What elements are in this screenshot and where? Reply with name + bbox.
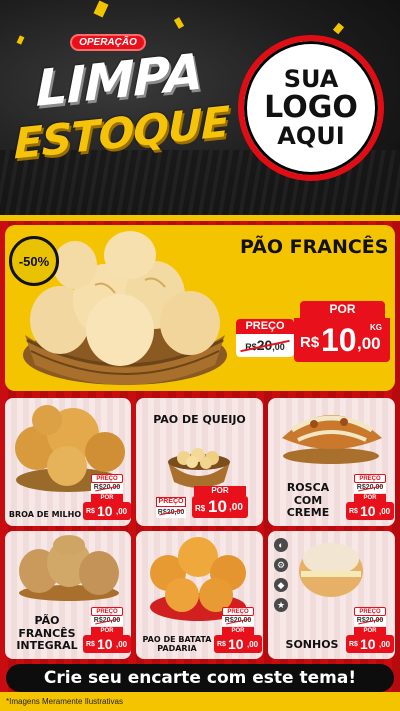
product-card-pao-de-batata[interactable]: PAO DE BATATA PADARIA PREÇO R$20,00 POR …	[136, 531, 263, 659]
create-flyer-button[interactable]: Crie seu encarte com este tema!	[6, 664, 394, 692]
old-price: R$20,00	[222, 616, 254, 626]
price-dec: ,00	[357, 334, 381, 353]
price-int: 10	[97, 636, 113, 652]
footnote: *Imagens Meramente Ilustrativas	[6, 697, 123, 706]
price-value: R$ 10 ,00	[214, 635, 262, 653]
product-name: PAO DE QUEIJO	[153, 413, 246, 426]
product-price: PREÇO R$20,00 POR R$ 10 ,00	[83, 607, 131, 653]
por-label: POR	[354, 494, 386, 502]
price-int: 10	[208, 497, 227, 516]
pao-de-queijo-illustration	[168, 448, 230, 488]
product-price: PREÇO R$20,00 POR R$ 10 ,00	[214, 607, 262, 653]
price-dec: ,00	[116, 640, 128, 649]
sonho-illustration	[299, 543, 363, 597]
price-dec: ,00	[379, 640, 391, 649]
tag-icon[interactable]: ◆	[274, 578, 288, 592]
product-name: BROA DE MILHO	[8, 510, 82, 519]
featured-por-label: POR	[300, 301, 385, 318]
featured-old-price: PREÇO R$20,00	[236, 319, 294, 357]
product-card-pao-de-queijo[interactable]: PAO DE QUEIJO PREÇO R$20,00 POR R$ 10 ,0…	[136, 398, 263, 526]
preco-label: PREÇO	[236, 319, 294, 334]
palette-icon[interactable]: ◐	[274, 538, 288, 552]
price-currency: R$	[300, 334, 320, 351]
integral-bread-illustration	[19, 535, 119, 601]
confetti	[16, 35, 25, 45]
product-name: PAO DE BATATA PADARIA	[142, 635, 212, 654]
price-int: 10	[321, 322, 357, 358]
price-dec: ,00	[379, 507, 391, 516]
header-banner: OPERAÇÃO LIMPA ESTOQUE SUA LOGO AQUI	[0, 0, 400, 215]
product-price: PREÇO R$20,00 POR R$ 10 ,00	[346, 607, 394, 653]
price-int: 10	[228, 636, 244, 652]
product-card-rosca[interactable]: ROSCA COM CREME PREÇO R$20,00 POR R$ 10 …	[268, 398, 395, 526]
discount-badge: -50%	[9, 236, 59, 286]
product-name: ROSCA COM CREME	[286, 481, 330, 520]
price-dec: ,00	[229, 502, 243, 513]
price-value: R$ 10 ,00	[346, 502, 394, 520]
price-dec: ,00	[247, 640, 259, 649]
price-value: R$ 10 ,00	[192, 496, 248, 518]
rosca-illustration	[282, 415, 382, 464]
por-label: POR	[194, 486, 246, 496]
flyer: OPERAÇÃO LIMPA ESTOQUE SUA LOGO AQUI -50…	[0, 0, 400, 711]
por-label: POR	[91, 627, 123, 635]
price-currency: R$	[349, 508, 358, 515]
price-dec: ,00	[116, 507, 128, 516]
confetti	[173, 17, 185, 29]
price-currency: R$	[86, 641, 95, 648]
gear-icon[interactable]: ⚙	[274, 558, 288, 572]
por-label: POR	[354, 627, 386, 635]
price-currency: R$	[349, 641, 358, 648]
preco-label: PREÇO	[222, 607, 254, 616]
side-toolbar: ◐ ⚙ ◆ ★	[272, 538, 290, 612]
old-price-value: R$20,00	[236, 334, 294, 358]
price-currency: R$	[217, 641, 226, 648]
logo-text-line2: LOGO	[264, 90, 358, 126]
price-unit: KG	[370, 323, 382, 332]
product-price: PREÇO R$20,00 POR R$ 10 ,00	[346, 474, 394, 520]
old-price: R$20,00	[91, 616, 123, 626]
price-value: R$ 10 ,00	[83, 502, 131, 520]
product-price-current: POR R$ 10 ,00	[192, 486, 252, 522]
old-price: R$20,00	[91, 483, 123, 493]
price-value: R$ 10 ,00	[346, 635, 394, 653]
price-int: 10	[97, 503, 113, 519]
logo-text-line3: AQUI	[277, 121, 345, 150]
price-currency: R$	[195, 504, 206, 513]
por-label: POR	[91, 494, 123, 502]
old-price: R$20,00	[354, 483, 386, 493]
por-label: POR	[222, 627, 254, 635]
preco-label: PREÇO	[156, 497, 186, 507]
preco-label: PREÇO	[354, 607, 386, 616]
preco-label: PREÇO	[354, 474, 386, 483]
logo-placeholder[interactable]: SUA LOGO AQUI	[238, 35, 384, 181]
confetti	[93, 0, 109, 18]
logo-text-line1: SUA	[283, 65, 339, 94]
price-currency: R$	[86, 508, 95, 515]
price-int: 10	[360, 503, 376, 519]
price-value: R$ 10 ,00	[83, 635, 131, 653]
featured-product-name: PÃO FRANCÊS	[240, 236, 389, 258]
old-price: R$20,00	[354, 616, 386, 626]
product-card-integral[interactable]: PÃO FRANCÊS INTEGRAL PREÇO R$20,00 POR R…	[5, 531, 131, 659]
preco-label: PREÇO	[91, 607, 123, 616]
featured-price: R$ 10 ,00 KG	[294, 318, 390, 362]
star-icon[interactable]: ★	[274, 598, 288, 612]
product-name: PÃO FRANCÊS INTEGRAL	[16, 614, 78, 653]
preco-label: PREÇO	[91, 474, 123, 483]
old-price: R$20,00	[156, 507, 186, 518]
price-int: 10	[360, 636, 376, 652]
yellow-strip	[0, 215, 400, 221]
product-name: SONHOS	[285, 638, 339, 651]
confetti	[332, 22, 345, 35]
product-price: PREÇO R$20,00 POR R$ 10 ,00	[83, 474, 131, 520]
product-card-broa[interactable]: BROA DE MILHO PREÇO R$20,00 POR R$ 10 ,0…	[5, 398, 131, 526]
